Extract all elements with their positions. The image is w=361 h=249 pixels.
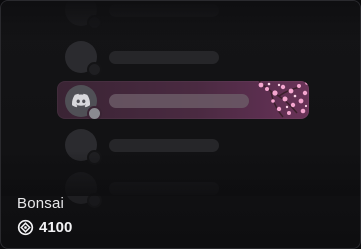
- name-placeholder-bar: [109, 182, 219, 195]
- name-placeholder-bar: [109, 94, 249, 108]
- status-dot: [87, 150, 102, 165]
- discord-icon: [72, 93, 90, 108]
- preview-row-placeholder: [57, 38, 309, 77]
- preview-row-placeholder: [57, 169, 309, 208]
- preview-row-placeholder: [57, 126, 309, 165]
- name-placeholder-bar: [109, 139, 219, 152]
- cherry-blossom-decoration: [258, 81, 309, 118]
- orb-currency-icon: [17, 219, 34, 236]
- shop-item-card[interactable]: Bonsai 4100: [0, 0, 361, 249]
- status-dot: [87, 62, 102, 77]
- name-placeholder-bar: [109, 51, 219, 64]
- status-dot: [87, 106, 102, 119]
- item-name: Bonsai: [17, 195, 65, 212]
- preview-row-placeholder: [57, 1, 309, 30]
- price-value: 4100: [39, 219, 73, 236]
- item-price: 4100: [17, 219, 72, 236]
- preview-row-selected: [57, 81, 309, 119]
- status-dot: [87, 15, 102, 30]
- name-placeholder-bar: [109, 4, 219, 17]
- status-dot: [87, 193, 102, 208]
